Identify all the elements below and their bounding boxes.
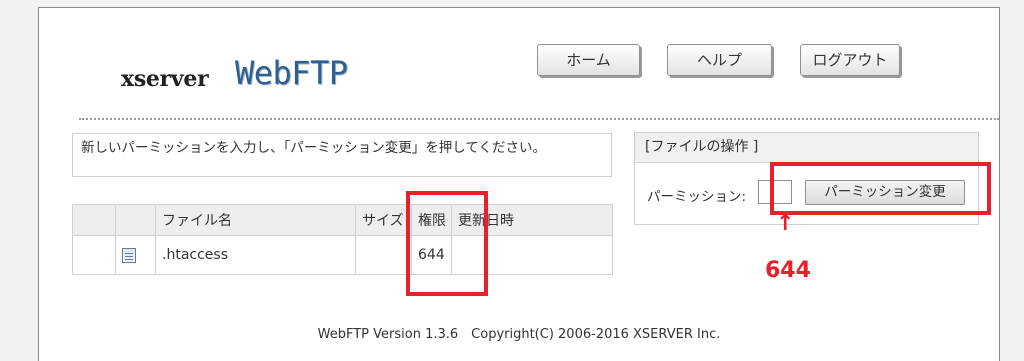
file-table: ファイル名 サイズ 権限 更新日時 .htaccess 644 bbox=[72, 204, 613, 275]
column-header-select bbox=[72, 204, 116, 236]
file-size-cell bbox=[355, 235, 412, 275]
help-button[interactable]: ヘルプ bbox=[667, 44, 772, 76]
column-header-size[interactable]: サイズ bbox=[355, 204, 412, 236]
instruction-text: 新しいパーミッションを入力し、「パーミッション変更」を押してください。 bbox=[72, 133, 612, 177]
file-operations-title: [ファイルの操作 ] bbox=[635, 133, 978, 163]
header-divider bbox=[79, 118, 999, 120]
permission-column-highlight bbox=[406, 191, 488, 296]
webftp-window: xserver WebFTP ホーム ヘルプ ログアウト 新しいパーミッションを… bbox=[38, 7, 1000, 361]
file-icon bbox=[122, 247, 136, 263]
logout-button[interactable]: ログアウト bbox=[800, 44, 900, 76]
up-arrow-annotation: ↑ bbox=[776, 211, 795, 236]
row-select-cell[interactable] bbox=[72, 235, 116, 275]
column-header-icon bbox=[115, 204, 156, 236]
row-icon-cell bbox=[115, 235, 156, 275]
file-name-cell[interactable]: .htaccess bbox=[155, 235, 356, 275]
table-header-row: ファイル名 サイズ 権限 更新日時 bbox=[72, 204, 613, 236]
footer-copyright: WebFTP Version 1.3.6 Copyright(C) 2006-2… bbox=[317, 327, 721, 342]
home-button[interactable]: ホーム bbox=[537, 44, 640, 76]
change-button-highlight bbox=[770, 162, 991, 215]
table-row[interactable]: .htaccess 644 bbox=[72, 235, 613, 275]
column-header-filename[interactable]: ファイル名 bbox=[155, 204, 356, 236]
logo-webftp-text: WebFTP bbox=[235, 54, 348, 92]
logo-xserver-text: xserver bbox=[121, 66, 209, 92]
permission-label: パーミッション: bbox=[647, 189, 747, 205]
permission-value-annotation: 644 bbox=[765, 258, 811, 283]
